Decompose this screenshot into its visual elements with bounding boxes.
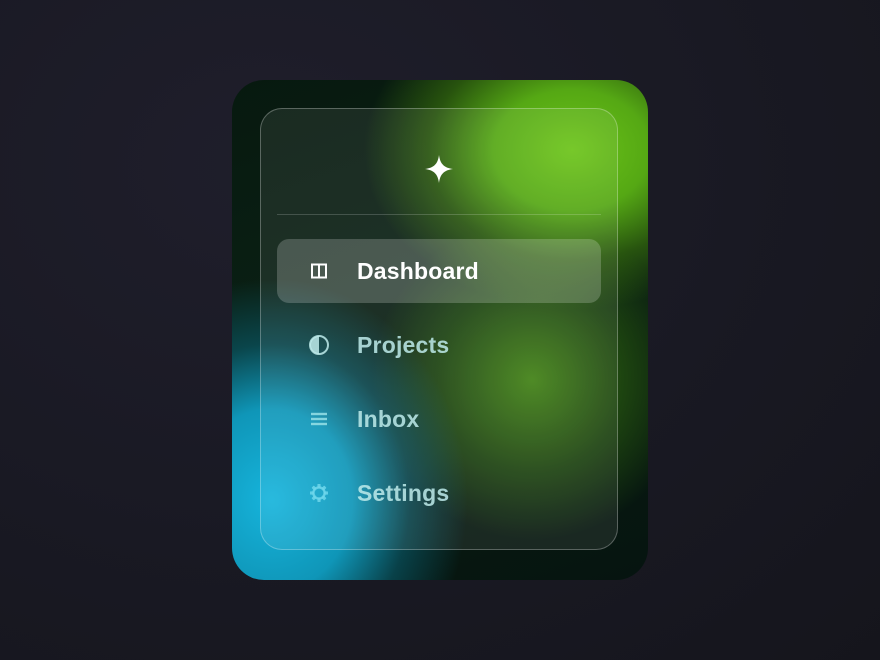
half-circle-icon: [307, 333, 331, 357]
logo[interactable]: [261, 149, 617, 189]
sidebar-item-projects[interactable]: Projects: [277, 313, 601, 377]
sidebar-panel: Dashboard Projects Inbox Settings: [260, 108, 618, 550]
sidebar-item-inbox[interactable]: Inbox: [277, 387, 601, 451]
sidebar-item-settings[interactable]: Settings: [277, 461, 601, 525]
sidebar-item-label: Inbox: [357, 405, 420, 432]
sidebar-nav: Dashboard Projects Inbox Settings: [277, 239, 601, 535]
gear-icon: [307, 481, 331, 505]
sparkle-icon: [425, 155, 453, 183]
sidebar-item-label: Settings: [357, 479, 450, 506]
sidebar-item-dashboard[interactable]: Dashboard: [277, 239, 601, 303]
sidebar-card: Dashboard Projects Inbox Settings: [232, 80, 648, 580]
sidebar-item-label: Projects: [357, 331, 450, 358]
menu-lines-icon: [307, 407, 331, 431]
sidebar-item-label: Dashboard: [357, 257, 479, 284]
columns-icon: [307, 259, 331, 283]
logo-divider: [277, 214, 601, 215]
